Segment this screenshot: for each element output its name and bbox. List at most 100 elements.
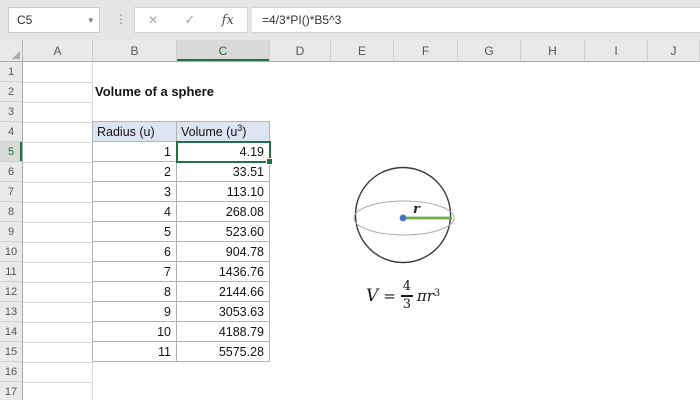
equation-denominator: 3 bbox=[403, 298, 411, 312]
fill-handle[interactable] bbox=[266, 158, 273, 165]
radius-cell[interactable]: 2 bbox=[93, 162, 177, 182]
enter-icon[interactable]: ✓ bbox=[184, 12, 195, 28]
radius-cell[interactable]: 8 bbox=[93, 282, 177, 302]
volume-cell[interactable]: 113.10 bbox=[177, 182, 270, 202]
row-header-3[interactable]: 3 bbox=[0, 102, 22, 122]
gridline bbox=[23, 322, 92, 323]
select-all-corner[interactable] bbox=[0, 40, 23, 61]
column-header-j[interactable]: J bbox=[648, 40, 700, 61]
gridline bbox=[23, 82, 92, 83]
volume-cell[interactable]: 3053.63 bbox=[177, 302, 270, 322]
gridline bbox=[23, 302, 92, 303]
table-row: 4268.08 bbox=[93, 202, 270, 222]
volume-cell[interactable]: 904.78 bbox=[177, 242, 270, 262]
radius-cell[interactable]: 11 bbox=[93, 342, 177, 362]
name-box-dropdown-icon[interactable]: ▾ bbox=[88, 15, 99, 26]
column-header-e[interactable]: E bbox=[331, 40, 394, 61]
gridline bbox=[23, 242, 92, 243]
column-header-g[interactable]: G bbox=[458, 40, 521, 61]
formula-bar-drag-dots-icon[interactable]: ⋮ bbox=[115, 12, 127, 26]
row-header-5[interactable]: 5 bbox=[0, 142, 22, 162]
gridline bbox=[23, 202, 92, 203]
table-row: 3113.10 bbox=[93, 182, 270, 202]
volume-cell[interactable]: 4188.79 bbox=[177, 322, 270, 342]
row-header-17[interactable]: 17 bbox=[0, 382, 22, 400]
row-header-12[interactable]: 12 bbox=[0, 282, 22, 302]
equation-numerator: 4 bbox=[403, 280, 411, 294]
name-box[interactable]: C5 ▾ bbox=[8, 7, 100, 33]
equation-lhs: V bbox=[366, 286, 378, 306]
volume-cell[interactable]: 5575.28 bbox=[177, 342, 270, 362]
volume-cell[interactable]: 268.08 bbox=[177, 202, 270, 222]
table-row: 104188.79 bbox=[93, 322, 270, 342]
row-header-13[interactable]: 13 bbox=[0, 302, 22, 322]
excel-window: C5 ▾ ⋮ ✕ ✓ fx =4/3*PI()*B5^3 ABCDEFGHIJ … bbox=[0, 0, 700, 400]
selection-border bbox=[176, 141, 271, 163]
radius-cell[interactable]: 4 bbox=[93, 202, 177, 222]
gridline bbox=[23, 102, 92, 103]
formula-text: =4/3*PI()*B5^3 bbox=[252, 13, 341, 27]
radius-cell[interactable]: 10 bbox=[93, 322, 177, 342]
volume-cell[interactable]: 2144.66 bbox=[177, 282, 270, 302]
insert-function-icon[interactable]: fx bbox=[222, 13, 234, 28]
radius-cell[interactable]: 1 bbox=[93, 142, 177, 162]
row-header-11[interactable]: 11 bbox=[0, 262, 22, 282]
row-header-2[interactable]: 2 bbox=[0, 82, 22, 102]
gridline bbox=[23, 262, 92, 263]
row-header-6[interactable]: 6 bbox=[0, 162, 22, 182]
radius-cell[interactable]: 6 bbox=[93, 242, 177, 262]
column-header-f[interactable]: F bbox=[394, 40, 458, 61]
row-header-16[interactable]: 16 bbox=[0, 362, 22, 382]
gridline bbox=[23, 222, 92, 223]
sphere-diagram[interactable]: r bbox=[350, 162, 462, 271]
table-row: 233.51 bbox=[93, 162, 270, 182]
gridline bbox=[23, 342, 92, 343]
radius-cell[interactable]: 5 bbox=[93, 222, 177, 242]
column-header-d[interactable]: D bbox=[270, 40, 331, 61]
volume-cell[interactable]: 523.60 bbox=[177, 222, 270, 242]
row-header-1[interactable]: 1 bbox=[0, 62, 22, 82]
row-header-14[interactable]: 14 bbox=[0, 322, 22, 342]
table-body: 14.19233.513113.104268.085523.606904.787… bbox=[93, 142, 270, 362]
row-header-8[interactable]: 8 bbox=[0, 202, 22, 222]
formula-bar: C5 ▾ ⋮ ✕ ✓ fx =4/3*PI()*B5^3 bbox=[0, 0, 700, 40]
column-header-c[interactable]: C bbox=[177, 40, 270, 61]
column-header-a[interactable]: A bbox=[23, 40, 93, 61]
column-header-i[interactable]: I bbox=[585, 40, 648, 61]
volume-cell[interactable]: 1436.76 bbox=[177, 262, 270, 282]
volume-equation[interactable]: V = 4 3 πr3 bbox=[366, 272, 440, 320]
table-row: 93053.63 bbox=[93, 302, 270, 322]
cancel-icon[interactable]: ✕ bbox=[148, 13, 158, 27]
radius-header-cell[interactable]: Radius (u) bbox=[93, 122, 177, 142]
gridline bbox=[23, 382, 92, 383]
row-header-4[interactable]: 4 bbox=[0, 122, 22, 142]
row-headers-column: 1234567891011121314151617 bbox=[0, 62, 23, 400]
gridline bbox=[23, 162, 92, 163]
radius-cell[interactable]: 3 bbox=[93, 182, 177, 202]
table-row: 71436.76 bbox=[93, 262, 270, 282]
sheet-title-cell[interactable]: Volume of a sphere bbox=[95, 82, 214, 102]
gridline bbox=[23, 362, 92, 363]
radius-label: r bbox=[413, 202, 421, 217]
gridline bbox=[23, 142, 92, 143]
table-header-row: Radius (u) Volume (u3) bbox=[93, 122, 270, 142]
equation-pi-r: πr3 bbox=[417, 287, 440, 305]
radius-cell[interactable]: 9 bbox=[93, 302, 177, 322]
select-all-triangle-icon bbox=[12, 51, 20, 59]
table-row: 82144.66 bbox=[93, 282, 270, 302]
equation-exponent: 3 bbox=[434, 288, 440, 299]
column-header-h[interactable]: H bbox=[521, 40, 585, 61]
formula-input[interactable]: =4/3*PI()*B5^3 bbox=[252, 7, 700, 33]
formula-bar-buttons: ✕ ✓ fx bbox=[134, 7, 248, 33]
gridline bbox=[23, 282, 92, 283]
volume-header-cell[interactable]: Volume (u3) bbox=[177, 122, 270, 142]
volume-cell[interactable]: 33.51 bbox=[177, 162, 270, 182]
row-header-9[interactable]: 9 bbox=[0, 222, 22, 242]
row-header-10[interactable]: 10 bbox=[0, 242, 22, 262]
row-header-7[interactable]: 7 bbox=[0, 182, 22, 202]
radius-cell[interactable]: 7 bbox=[93, 262, 177, 282]
column-header-b[interactable]: B bbox=[93, 40, 177, 61]
row-header-15[interactable]: 15 bbox=[0, 342, 22, 362]
equation-fraction: 4 3 bbox=[401, 280, 413, 312]
equation-equals: = bbox=[383, 287, 396, 305]
